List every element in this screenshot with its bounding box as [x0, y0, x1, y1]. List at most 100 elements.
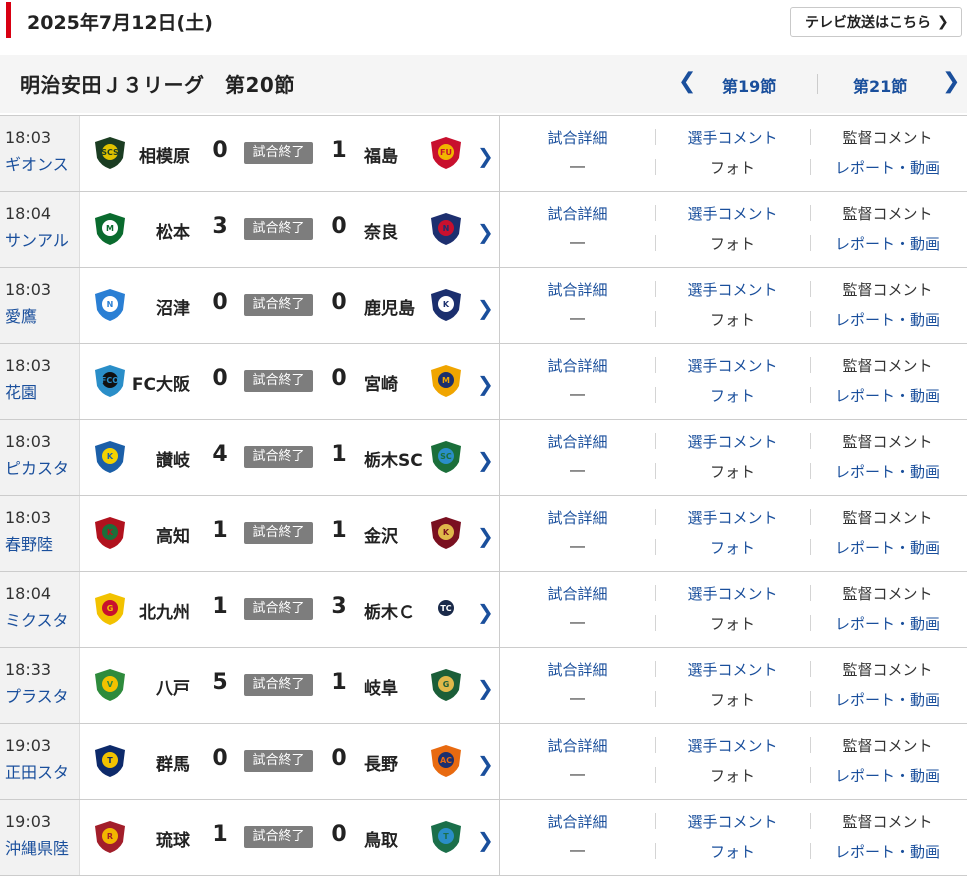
home-score: 0	[212, 290, 228, 315]
fukushima-crest-icon: FU	[429, 136, 463, 170]
match-status-badge: 試合終了	[244, 674, 313, 696]
venue-link[interactable]: 愛鷹	[5, 303, 37, 327]
report-video-link[interactable]: レポート・動画	[810, 461, 965, 482]
venue-link[interactable]: 花園	[5, 379, 37, 403]
match-detail-link[interactable]: 試合詳細	[500, 659, 655, 680]
prev-round-link[interactable]: 第19節	[722, 73, 776, 97]
venue-link[interactable]: プラスタ	[5, 683, 69, 707]
match-summary[interactable]: K 讃岐 4 試合終了 1 栃木SC SC ❯	[80, 420, 500, 495]
chevron-right-icon[interactable]: ❯	[477, 524, 494, 548]
chevron-right-icon[interactable]: ❯	[477, 372, 494, 396]
tv-broadcast-button[interactable]: テレビ放送はこちら ❯	[790, 7, 962, 37]
chevron-right-icon[interactable]: ❯	[477, 144, 494, 168]
kanazawa-crest-icon: K	[429, 516, 463, 550]
photo-link[interactable]: フォト	[655, 841, 810, 862]
photo-link[interactable]: フォト	[655, 385, 810, 406]
home-team-name: 八戸	[156, 679, 190, 699]
photo-link[interactable]: フォト	[655, 537, 810, 558]
report-video-link[interactable]: レポート・動画	[810, 613, 965, 634]
chevron-right-icon[interactable]: ❯	[477, 448, 494, 472]
chevron-right-icon[interactable]: ❯	[477, 828, 494, 852]
venue-link[interactable]: サンアル	[5, 227, 69, 251]
kickoff-time: 18:03	[5, 508, 52, 527]
player-comment-link[interactable]: 選手コメント	[655, 659, 810, 680]
report-video-link[interactable]: レポート・動画	[810, 157, 965, 178]
kickoff-time: 18:33	[5, 660, 52, 679]
venue-link[interactable]: 沖縄県陸	[5, 835, 69, 859]
kickoff-time: 19:03	[5, 736, 52, 755]
chevron-right-icon[interactable]: ❯	[477, 220, 494, 244]
match-detail-link[interactable]: 試合詳細	[500, 127, 655, 148]
kickoff-time: 18:03	[5, 356, 52, 375]
player-comment-link[interactable]: 選手コメント	[655, 127, 810, 148]
away-team-name: 金沢	[364, 527, 398, 547]
report-video-link[interactable]: レポート・動画	[810, 765, 965, 786]
player-comment-link[interactable]: 選手コメント	[655, 279, 810, 300]
match-summary[interactable]: R 琉球 1 試合終了 0 鳥取 T ❯	[80, 800, 500, 875]
no-content-dash: ―	[570, 613, 585, 631]
photo-link: フォト	[709, 235, 755, 253]
away-team-name: 栃木Ｃ	[364, 603, 415, 623]
kickoff-cell: 18:03 ピカスタ	[0, 420, 80, 495]
venue-link[interactable]: 春野陸	[5, 531, 53, 555]
match-detail-link[interactable]: 試合詳細	[500, 735, 655, 756]
kickoff-time: 18:04	[5, 584, 52, 603]
svg-text:G: G	[443, 680, 450, 689]
report-video-link[interactable]: レポート・動画	[810, 537, 965, 558]
match-detail-link[interactable]: 試合詳細	[500, 811, 655, 832]
match-summary[interactable]: FCO FC大阪 0 試合終了 0 宮崎 M ❯	[80, 344, 500, 419]
chevron-right-icon[interactable]: ❯	[477, 752, 494, 776]
player-comment-link[interactable]: 選手コメント	[655, 735, 810, 756]
player-comment-link[interactable]: 選手コメント	[655, 355, 810, 376]
player-comment-link[interactable]: 選手コメント	[655, 203, 810, 224]
match-summary[interactable]: SCS 相模原 0 試合終了 1 福島 FU ❯	[80, 116, 500, 191]
match-summary[interactable]: N 沼津 0 試合終了 0 鹿児島 K ❯	[80, 268, 500, 343]
no-content-dash: ―	[570, 385, 585, 403]
match-summary[interactable]: G 北九州 1 試合終了 3 栃木Ｃ TC ❯	[80, 572, 500, 647]
match-summary[interactable]: V 八戸 5 試合終了 1 岐阜 G ❯	[80, 648, 500, 723]
report-video-link[interactable]: レポート・動画	[810, 233, 965, 254]
away-score: 3	[331, 594, 347, 619]
match-detail-link[interactable]: 試合詳細	[500, 279, 655, 300]
kickoff-time: 18:03	[5, 280, 52, 299]
tochigi-city-crest-icon: TC	[429, 592, 463, 626]
chevron-right-icon[interactable]: ❯	[477, 296, 494, 320]
venue-link[interactable]: ギオンス	[5, 151, 69, 175]
venue-link[interactable]: ピカスタ	[5, 455, 69, 479]
match-detail-link[interactable]: 試合詳細	[500, 583, 655, 604]
match-detail-link[interactable]: 試合詳細	[500, 355, 655, 376]
next-round-link[interactable]: 第21節	[853, 73, 907, 97]
report-video-link[interactable]: レポート・動画	[810, 689, 965, 710]
date-accent-bar	[6, 2, 11, 38]
venue-link[interactable]: ミクスタ	[5, 607, 69, 631]
match-summary[interactable]: T 群馬 0 試合終了 0 長野 AC ❯	[80, 724, 500, 799]
no-content-dash: ―	[570, 841, 585, 859]
match-detail-link[interactable]: 試合詳細	[500, 507, 655, 528]
tottori-crest-icon: T	[429, 820, 463, 854]
player-comment-link[interactable]: 選手コメント	[655, 583, 810, 604]
kickoff-cell: 18:33 プラスタ	[0, 648, 80, 723]
photo-link: フォト	[709, 159, 755, 177]
no-content-dash: ―	[570, 689, 585, 707]
match-detail-link[interactable]: 試合詳細	[500, 203, 655, 224]
away-team-name: 鹿児島	[364, 299, 415, 319]
report-video-link[interactable]: レポート・動画	[810, 385, 965, 406]
venue-link[interactable]: 正田スタ	[5, 759, 69, 783]
chevron-right-icon[interactable]: ❯	[477, 600, 494, 624]
prev-round-arrow-icon[interactable]: ❮	[678, 69, 696, 94]
svg-text:T: T	[443, 832, 449, 841]
next-round-arrow-icon[interactable]: ❯	[942, 69, 960, 94]
match-summary[interactable]: M 松本 3 試合終了 0 奈良 N ❯	[80, 192, 500, 267]
player-comment-link[interactable]: 選手コメント	[655, 811, 810, 832]
photo-link: フォト	[709, 767, 755, 785]
chevron-right-icon[interactable]: ❯	[477, 676, 494, 700]
report-video-link[interactable]: レポート・動画	[810, 309, 965, 330]
player-comment-link[interactable]: 選手コメント	[655, 507, 810, 528]
report-video-link[interactable]: レポート・動画	[810, 841, 965, 862]
match-status-badge: 試合終了	[244, 142, 313, 164]
player-comment-link[interactable]: 選手コメント	[655, 431, 810, 452]
match-summary[interactable]: K 高知 1 試合終了 1 金沢 K ❯	[80, 496, 500, 571]
home-score: 0	[212, 138, 228, 163]
kickoff-time: 18:03	[5, 128, 52, 147]
match-detail-link[interactable]: 試合詳細	[500, 431, 655, 452]
